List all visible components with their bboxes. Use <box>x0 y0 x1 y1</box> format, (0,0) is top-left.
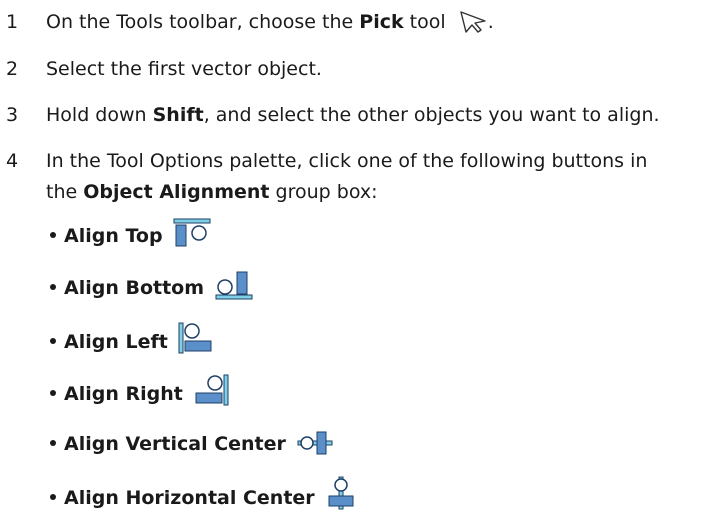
align-bottom-icon <box>215 270 253 310</box>
step-text: the Object Alignment group box: <box>46 181 378 203</box>
step-number: 2 <box>6 58 19 80</box>
bullet-dot <box>50 494 56 500</box>
shift-term: Shift <box>152 104 204 126</box>
step-number: 1 <box>6 11 19 33</box>
align-left-icon <box>178 322 214 364</box>
bullet-align-top: Align Top <box>46 218 211 258</box>
bullet-dot <box>50 390 56 396</box>
bullet-dot <box>50 232 56 238</box>
step-text: In the Tool Options palette, click one o… <box>46 150 648 172</box>
bullet-dot <box>50 338 56 344</box>
bullet-dot <box>50 284 56 290</box>
step-text: Select the first vector object. <box>46 58 322 80</box>
step-number: 4 <box>6 150 19 172</box>
bullet-align-vertical-center: Align Vertical Center <box>46 428 333 466</box>
step-number: 3 <box>6 104 19 126</box>
bullet-align-horizontal-center: Align Horizontal Center <box>46 476 357 520</box>
document-page: 1 On the Tools toolbar, choose the Pick … <box>0 0 703 517</box>
bullet-align-right: Align Right <box>46 374 229 416</box>
pick-tool-icon <box>458 10 488 44</box>
bullet-align-bottom: Align Bottom <box>46 270 253 310</box>
step-text: On the Tools toolbar, choose the Pick to… <box>46 6 494 44</box>
align-horizontal-center-icon <box>325 476 357 520</box>
align-right-icon <box>193 374 229 416</box>
object-alignment-term: Object Alignment <box>83 181 270 203</box>
step-text: Hold down Shift, and select the other ob… <box>46 104 660 126</box>
pick-term: Pick <box>359 11 404 33</box>
bullet-dot <box>50 440 56 446</box>
bullet-align-left: Align Left <box>46 322 214 364</box>
align-top-icon <box>173 218 211 258</box>
align-vertical-center-icon <box>297 430 333 466</box>
